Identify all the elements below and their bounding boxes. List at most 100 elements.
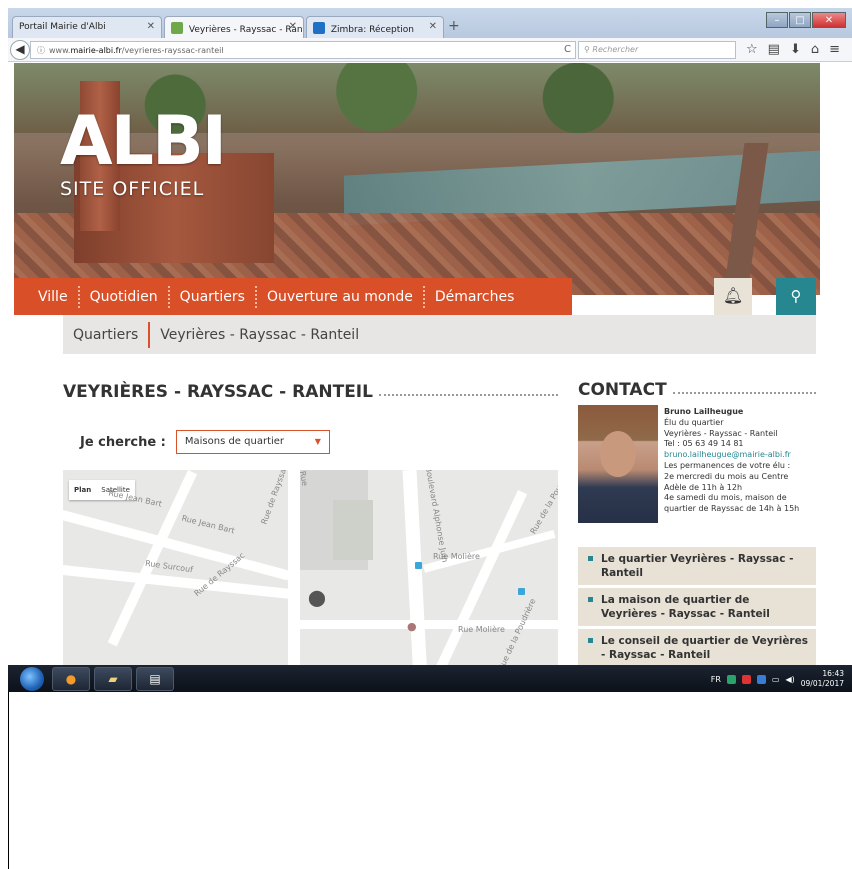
tray-app-icon[interactable] bbox=[726, 674, 736, 684]
bell-icon: 🔔︎ bbox=[722, 286, 744, 305]
contact-email-link[interactable]: bruno.lailheugue@mairie-albi.fr bbox=[664, 450, 819, 461]
search-input[interactable]: ⚲ Rechercher bbox=[578, 41, 736, 59]
map-plan-button[interactable]: Plan bbox=[69, 480, 96, 500]
browser-window: Portail Mairie d'Albi ✕ Veyrières - Rays… bbox=[8, 8, 852, 692]
breadcrumb-current: Veyrières - Rayssac - Ranteil bbox=[160, 326, 360, 343]
taskbar-document[interactable]: ▤ bbox=[136, 667, 174, 691]
link-label: Le quartier Veyrières - Rayssac - Rantei… bbox=[601, 553, 794, 579]
tab-bar: Portail Mairie d'Albi ✕ Veyrières - Rays… bbox=[8, 8, 852, 38]
photo-face bbox=[600, 431, 636, 477]
map-street-label: Rue de Rayssac bbox=[259, 470, 290, 526]
tab-label: Veyrières - Rayssac - Rantei... bbox=[188, 25, 303, 35]
minimize-button[interactable]: – bbox=[766, 12, 788, 28]
map-street-label: Rue Molière bbox=[458, 625, 505, 634]
map-street-label: Rue Jean Bart bbox=[180, 513, 236, 536]
nav-quotidien[interactable]: Quotidien bbox=[80, 289, 168, 305]
map-street-label: Rue de la Poudrière bbox=[496, 597, 538, 672]
tray-network-app-icon[interactable] bbox=[756, 674, 766, 684]
link-conseil-quartier[interactable]: Le conseil de quartier de Veyrières - Ra… bbox=[578, 629, 816, 667]
nav-ouverture[interactable]: Ouverture au monde bbox=[257, 289, 423, 305]
page-title-text: VEYRIÈRES - RAYSSAC - RANTEIL bbox=[63, 382, 373, 402]
main-navigation: Ville Quotidien Quartiers Ouverture au m… bbox=[14, 278, 572, 315]
nav-ville[interactable]: Ville bbox=[28, 289, 78, 305]
toolbar-icons: ☆ ▤ ⬇ ⌂ ≡ bbox=[746, 42, 840, 57]
search-icon: ⚲ bbox=[584, 45, 590, 54]
bus-stop-icon bbox=[415, 562, 422, 569]
maximize-button[interactable]: □ bbox=[789, 12, 811, 28]
search-icon: ⚲ bbox=[790, 287, 802, 305]
clock-date: 09/01/2017 bbox=[800, 679, 844, 688]
contact-title-text: CONTACT bbox=[578, 380, 667, 400]
contact-name: Bruno Lailheugue bbox=[664, 407, 744, 416]
site-logo-subtitle[interactable]: SITE OFFICIEL bbox=[60, 178, 204, 200]
contact-perm: 2e mercredi du mois au Centre bbox=[664, 471, 789, 481]
tab-zimbra[interactable]: Zimbra: Réception ✕ bbox=[306, 16, 444, 38]
related-links: Le quartier Veyrières - Rayssac - Rantei… bbox=[578, 547, 816, 670]
reading-list-icon[interactable]: ▤ bbox=[768, 42, 780, 57]
start-button[interactable] bbox=[20, 667, 44, 691]
info-icon[interactable]: ⓘ bbox=[37, 46, 45, 55]
page-title: VEYRIÈRES - RAYSSAC - RANTEIL bbox=[63, 382, 558, 402]
url-bar[interactable]: ⓘ www.mairie-albi.fr/veyrieres-rayssac-ra… bbox=[30, 41, 576, 59]
close-icon[interactable]: ✕ bbox=[429, 21, 437, 32]
taskbar-explorer[interactable]: ▰ bbox=[94, 667, 132, 691]
new-tab-button[interactable]: + bbox=[448, 18, 460, 34]
bullet-icon bbox=[588, 556, 593, 561]
clock[interactable]: 16:43 09/01/2017 bbox=[801, 669, 844, 689]
tab-portail[interactable]: Portail Mairie d'Albi ✕ bbox=[12, 16, 162, 38]
link-maison-quartier[interactable]: La maison de quartier de Veyrières - Ray… bbox=[578, 588, 816, 626]
map-street bbox=[402, 470, 428, 680]
close-icon[interactable]: ✕ bbox=[147, 21, 155, 32]
contact-details: Bruno Lailheugue Élu du quartier Veyrièr… bbox=[664, 407, 819, 515]
link-label: Le conseil de quartier de Veyrières - Ra… bbox=[601, 635, 808, 661]
tray-antivirus-icon[interactable] bbox=[741, 674, 751, 684]
volume-icon[interactable]: ◀) bbox=[785, 675, 794, 684]
title-dots bbox=[672, 386, 816, 394]
back-button[interactable]: ◀ bbox=[10, 40, 30, 60]
alerts-button[interactable]: 🔔︎ bbox=[714, 278, 752, 315]
contact-perm: Adèle de 11h à 12h bbox=[664, 482, 743, 492]
network-icon[interactable]: ▭ bbox=[772, 675, 780, 684]
neighborhood-map[interactable]: Plan Satellite Rue Jean Bart Rue Jean Ba… bbox=[63, 470, 558, 680]
tab-label: Portail Mairie d'Albi bbox=[19, 22, 106, 32]
tab-label: Zimbra: Réception bbox=[330, 25, 414, 35]
contact-perm: 4e samedi du mois, maison de bbox=[664, 493, 787, 503]
close-window-button[interactable]: ✕ bbox=[812, 12, 846, 28]
page-edge-line bbox=[8, 692, 9, 869]
bullet-icon bbox=[588, 597, 593, 602]
reload-icon[interactable]: C bbox=[564, 44, 571, 55]
tab-veyrieres[interactable]: Veyrières - Rayssac - Rantei... ✕ bbox=[164, 16, 304, 38]
firefox-icon: ● bbox=[65, 672, 77, 686]
site-search-button[interactable]: ⚲ bbox=[776, 278, 816, 315]
close-icon[interactable]: ✕ bbox=[289, 21, 297, 32]
map-street-label: Boulevard Alphonse Juin bbox=[423, 470, 450, 564]
link-quartier[interactable]: Le quartier Veyrières - Rayssac - Rantei… bbox=[578, 547, 816, 585]
map-street-label: Rue de la Poudrière bbox=[528, 470, 558, 536]
url-prefix: www. bbox=[49, 46, 71, 55]
site-logo-title[interactable]: ALBI bbox=[60, 108, 227, 176]
map-street-label: Rue Jean Bart bbox=[107, 488, 163, 509]
bookmark-star-icon[interactable]: ☆ bbox=[746, 42, 758, 57]
clock-time: 16:43 bbox=[822, 669, 844, 678]
navigation-bar: ◀ ⓘ www.mairie-albi.fr/veyrieres-rayssac-… bbox=[8, 38, 852, 62]
windows-taskbar: ● ▰ ▤ FR ▭ ◀) 16:43 09/01/2017 bbox=[8, 665, 852, 692]
bullet-icon bbox=[588, 638, 593, 643]
breadcrumb: Quartiers Veyrières - Rayssac - Ranteil bbox=[63, 315, 816, 354]
breadcrumb-quartiers[interactable]: Quartiers bbox=[63, 327, 148, 343]
language-indicator[interactable]: FR bbox=[711, 675, 721, 684]
search-filter: Je cherche : Maisons de quartier ▼ bbox=[80, 430, 330, 454]
bus-stop-icon bbox=[518, 588, 525, 595]
contact-tel: Tel : 05 63 49 14 81 bbox=[664, 439, 744, 449]
taskbar-firefox[interactable]: ● bbox=[52, 667, 90, 691]
nav-demarches[interactable]: Démarches bbox=[425, 289, 525, 305]
nav-quartiers[interactable]: Quartiers bbox=[170, 289, 255, 305]
select-value: Maisons de quartier bbox=[184, 436, 285, 447]
url-domain: mairie-albi.fr bbox=[70, 46, 122, 55]
home-icon[interactable]: ⌂ bbox=[811, 42, 819, 57]
menu-icon[interactable]: ≡ bbox=[829, 42, 840, 57]
document-icon: ▤ bbox=[149, 672, 161, 686]
category-select[interactable]: Maisons de quartier ▼ bbox=[175, 430, 330, 454]
map-marker-icon[interactable]: ⬤ bbox=[308, 588, 326, 607]
title-dots bbox=[378, 388, 558, 396]
download-icon[interactable]: ⬇ bbox=[790, 42, 801, 57]
